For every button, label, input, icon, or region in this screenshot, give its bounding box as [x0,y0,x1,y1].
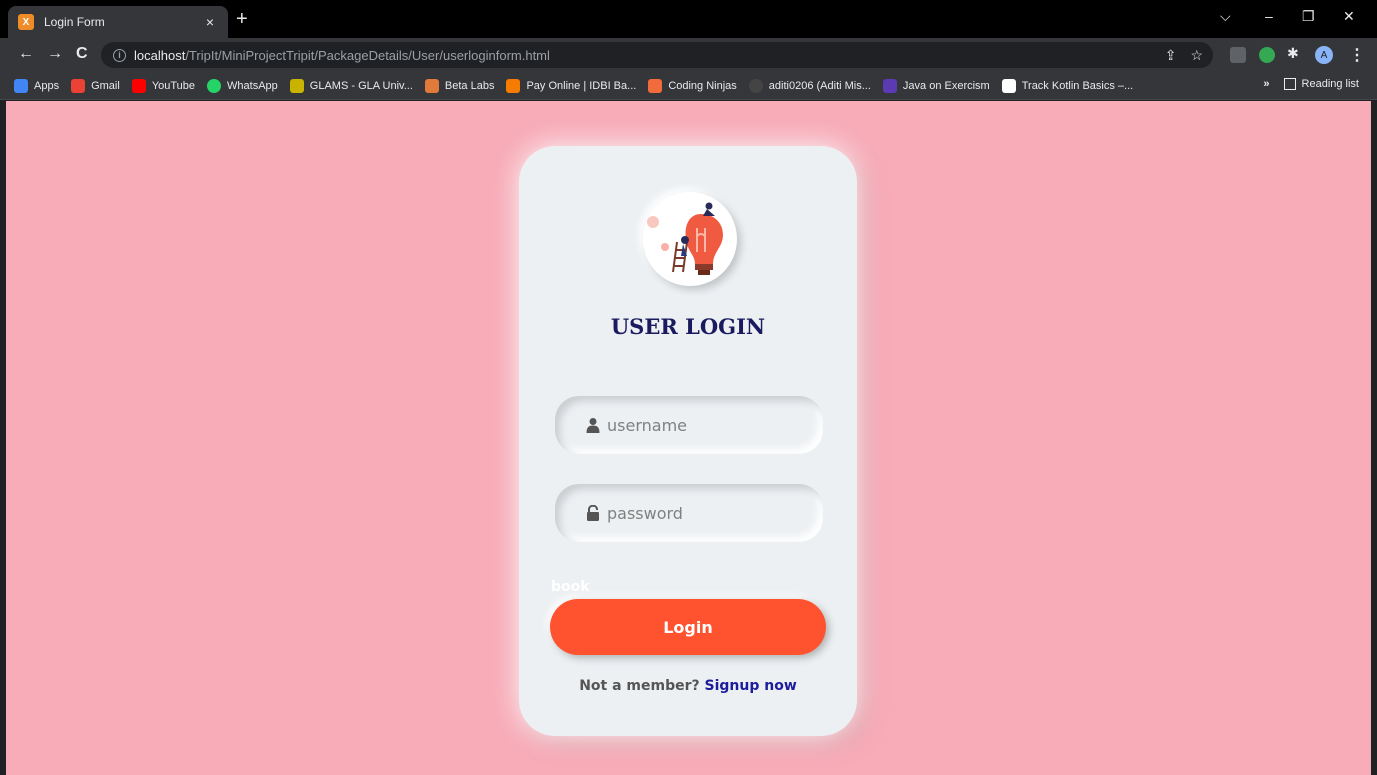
book-label: book [551,579,590,595]
url-host: localhost [134,47,186,63]
kotlin-icon [1001,78,1016,93]
url-path: /TripIt/MiniProjectTripit/PackageDetails… [185,47,550,63]
page-background: USER LOGIN book Login Not a member? Sign… [6,101,1371,775]
menu-icon[interactable]: ⋮ [1349,45,1365,65]
browser-window: X Login Form × + ⌵ – ❐ ✕ ← → C i localho… [0,0,1377,775]
coding-ninjas-icon [648,78,663,93]
tab-title: Login Form [44,15,105,29]
bookmark-label: Track Kotlin Basics –... [1021,79,1134,92]
maximize-button[interactable]: ❐ [1302,8,1315,25]
idbi-icon [506,78,521,93]
bookmark-label: GLAMS - GLA Univ... [309,79,413,92]
profile-avatar[interactable]: A [1315,46,1333,64]
bookmark-star-icon[interactable]: ☆ [1190,47,1203,64]
bookmark-label: Pay Online | IDBI Ba... [526,79,637,92]
minimize-button[interactable]: – [1265,8,1273,24]
bookmark-item[interactable]: Apps [14,78,60,93]
bookmarks-overflow-button[interactable]: » [1263,78,1269,90]
reading-list-icon [1283,78,1296,90]
extensions-puzzle-icon[interactable]: ✱ [1287,45,1299,62]
bookmark-label: WhatsApp [227,79,278,92]
tab-search-icon[interactable]: ⌵ [1220,8,1231,25]
bookmark-label: Java on Exercism [902,79,990,92]
tab-strip: X Login Form × + ⌵ – ❐ ✕ [0,0,1377,38]
reading-list-button[interactable]: Reading list [1302,78,1359,90]
password-field [555,484,823,542]
bookmark-item[interactable]: Java on Exercism [882,78,990,93]
forward-button[interactable]: → [47,45,63,63]
reload-button[interactable]: C [76,45,88,63]
apps-grid-icon [14,78,28,93]
bookmark-label: YouTube [151,79,196,92]
bookmark-item[interactable]: Gmail [71,78,120,93]
signup-link[interactable]: Signup now [705,678,797,694]
user-icon [586,418,600,433]
username-input[interactable] [607,415,807,435]
bookmark-item[interactable]: Pay Online | IDBI Ba... [506,78,637,93]
bookmark-item[interactable]: GLAMS - GLA Univ... [289,78,413,93]
xampp-favicon-icon: X [18,14,34,30]
tab-close-icon[interactable]: × [202,14,218,30]
tab-login-form[interactable]: X Login Form × [8,6,228,38]
bookmark-label: Coding Ninjas [668,79,737,92]
youtube-icon [131,78,146,93]
glams-icon [289,78,304,93]
bookmarks-bar: Apps Gmail YouTube WhatsApp GLAMS - GLA … [0,72,1377,100]
page-title: USER LOGIN [610,314,766,339]
login-button[interactable]: Login [550,599,826,655]
bookmark-label: Beta Labs [444,79,495,92]
beta-labs-icon [424,78,439,93]
bookmark-label: Gmail [91,79,120,92]
lightbulb-logo-icon [643,192,737,286]
share-icon[interactable]: ⇪ [1165,47,1177,64]
close-window-button[interactable]: ✕ [1343,8,1355,25]
toolbar: ← → C i localhost /TripIt/MiniProjectTri… [0,38,1377,72]
bookmark-item[interactable]: YouTube [131,78,196,93]
back-button[interactable]: ← [18,45,34,63]
login-card: USER LOGIN book Login Not a member? Sign… [519,146,857,736]
bookmark-label: aditi0206 (Aditi Mis... [768,79,871,92]
crx-extension-icon[interactable] [1230,47,1246,63]
password-input[interactable] [607,503,807,523]
signup-prompt: Not a member? Signup now [519,678,857,694]
bookmark-label: Apps [34,79,60,92]
bookmark-item[interactable]: Coding Ninjas [648,78,737,93]
new-tab-button[interactable]: + [236,9,248,29]
signup-prompt-text: Not a member? [579,678,705,694]
unlock-icon [587,505,599,521]
bookmark-item[interactable]: aditi0206 (Aditi Mis... [748,78,871,93]
username-field [555,396,823,454]
whatsapp-icon [207,78,222,93]
bookmark-item[interactable]: Beta Labs [424,78,495,93]
gmail-icon [71,78,86,93]
green-extension-icon[interactable] [1259,47,1275,63]
address-bar[interactable]: i localhost /TripIt/MiniProjectTripit/Pa… [101,42,1213,68]
github-icon [748,78,763,93]
exercism-icon [882,78,897,93]
bookmark-item[interactable]: WhatsApp [207,78,278,93]
site-info-icon[interactable]: i [113,48,126,62]
bookmark-item[interactable]: Track Kotlin Basics –... [1001,78,1134,93]
